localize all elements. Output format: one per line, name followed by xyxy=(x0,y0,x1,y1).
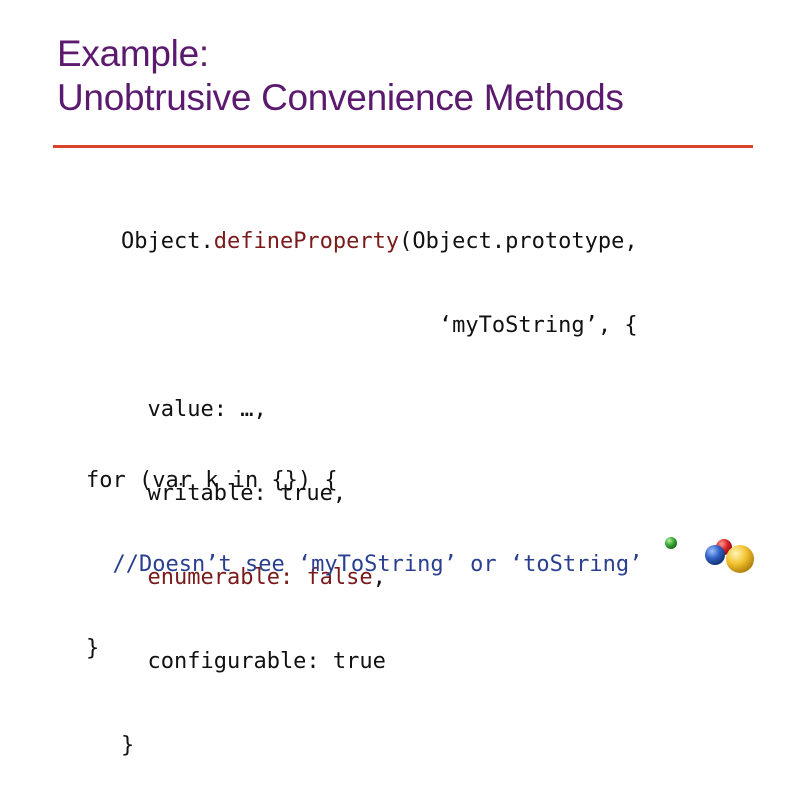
slide-title: Example: Unobtrusive Convenience Methods xyxy=(57,32,624,120)
slide-title-line-1: Example: xyxy=(57,33,209,74)
slide-title-line-2: Unobtrusive Convenience Methods xyxy=(57,77,624,118)
green-ball-icon xyxy=(665,537,677,549)
code-token: (Object.prototype, xyxy=(399,229,638,254)
code-line: ‘myToString’, { xyxy=(121,313,638,338)
code-line: } xyxy=(121,733,135,758)
code-block-for-in: for (var k in {}) { //Doesn’t see ‘myToS… xyxy=(86,411,642,691)
code-line: for (var k in {}) { xyxy=(86,468,338,493)
google-balls-logo-icon xyxy=(665,537,754,573)
code-line: //Doesn’t see ‘myToString’ or ‘toString’ xyxy=(86,551,643,579)
blue-ball-icon xyxy=(705,545,725,565)
code-line: Object.defineProperty(Object.prototype, xyxy=(121,228,638,256)
yellow-ball-icon xyxy=(726,545,754,573)
code-token-define-property: defineProperty xyxy=(213,229,400,254)
code-comment: //Doesn’t see ‘myToString’ or ‘toString’ xyxy=(112,552,643,577)
code-line: } xyxy=(86,636,100,661)
code-token: Object. xyxy=(121,229,214,254)
title-divider xyxy=(53,145,753,148)
